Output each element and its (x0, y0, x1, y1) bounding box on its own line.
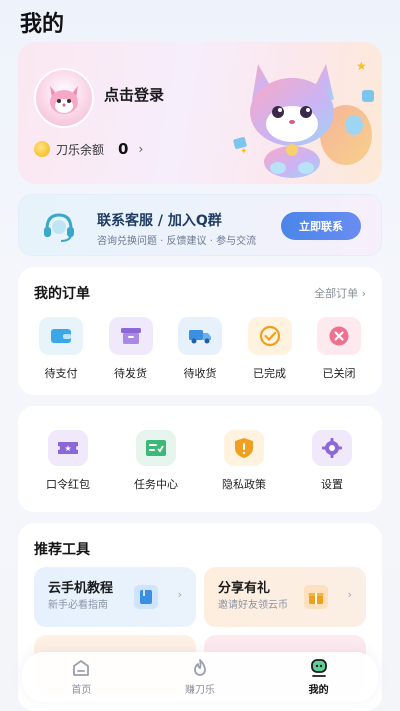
nav-label: 我的 (308, 685, 329, 696)
services-row: ★ 口令红包 任务中心 隐私政策 设置 (18, 430, 382, 492)
order-status-pending-payment[interactable]: 待支付 (28, 317, 94, 381)
gear-icon (312, 430, 352, 466)
services-card: ★ 口令红包 任务中心 隐私政策 设置 (18, 406, 382, 512)
chevron-right-icon: › (347, 588, 352, 601)
order-status-label: 已关闭 (322, 367, 356, 380)
chevron-right-icon: › (138, 142, 144, 156)
order-status-completed[interactable]: 已完成 (237, 317, 303, 381)
service-privacy-policy[interactable]: 隐私政策 (206, 430, 282, 492)
headset-icon (44, 213, 74, 242)
book-icon (134, 585, 158, 609)
home-icon (73, 660, 90, 676)
flame-icon (194, 659, 206, 676)
svg-text:✦: ✦ (240, 147, 248, 157)
fox-mascot-illustration: ★ ✦ (233, 59, 374, 178)
service-label: 设置 (321, 478, 343, 491)
tool-subtitle: 邀请好友领云币 (218, 600, 288, 611)
tool-title: 云手机教程 (48, 581, 114, 596)
service-red-packet-code[interactable]: ★ 口令红包 (30, 430, 106, 492)
login-link[interactable]: 点击登录 (104, 84, 164, 105)
tool-cloud-phone-tutorial[interactable]: 云手机教程 新手必看指南 › (34, 567, 196, 627)
order-status-label: 已完成 (253, 367, 286, 380)
tools-title: 推荐工具 (34, 542, 90, 558)
service-label: 口令红包 (46, 478, 90, 491)
order-status-closed[interactable]: 已关闭 (306, 317, 372, 381)
svg-text:★: ★ (356, 59, 367, 73)
tool-subtitle: 新手必看指南 (48, 600, 108, 611)
balance-row[interactable]: 刀乐余额 0 › (34, 140, 143, 158)
profile-card[interactable]: 点击登录 刀乐余额 0 › ★ ✦ (18, 42, 382, 184)
coin-icon (34, 141, 50, 157)
service-settings[interactable]: 设置 (294, 430, 370, 492)
wallet-icon (39, 317, 83, 355)
contact-now-button[interactable]: 立即联系 (281, 212, 361, 240)
order-status-label: 待发货 (114, 367, 147, 380)
orders-title: 我的订单 (34, 286, 90, 302)
order-status-label: 待支付 (44, 367, 78, 380)
check-circle-icon (247, 317, 292, 355)
nav-label: 首页 (71, 685, 92, 696)
tool-title: 分享有礼 (218, 581, 271, 596)
fox-avatar-icon (50, 86, 78, 114)
contact-title: 联系客服 / 加入Q群 (97, 213, 222, 229)
bottom-nav: 首页 赚刀乐 我的 (22, 652, 378, 702)
all-orders-link[interactable]: 全部订单 › (314, 285, 366, 301)
nav-earn[interactable]: 赚刀乐 (160, 658, 240, 696)
order-status-label: 待收货 (183, 367, 217, 380)
orders-card: 我的订单 全部订单 › 待支付 待发货 待收货 已完成 已关闭 (18, 267, 382, 395)
tool-share-gift[interactable]: 分享有礼 邀请好友领云币 › (204, 567, 366, 627)
service-label: 任务中心 (134, 478, 178, 491)
service-label: 隐私政策 (222, 478, 266, 491)
contact-banner[interactable]: 联系客服 / 加入Q群 咨询兑换问题 · 反馈建议 · 参与交流 立即联系 (18, 194, 382, 256)
truck-icon (178, 317, 222, 355)
balance-value: 0 (118, 140, 129, 158)
user-icon (310, 659, 327, 677)
chevron-right-icon: › (177, 588, 182, 601)
avatar[interactable] (34, 68, 94, 128)
svg-text:★: ★ (64, 444, 71, 453)
box-icon (108, 317, 153, 355)
page-title: 我的 (20, 12, 65, 37)
shield-icon (224, 430, 264, 466)
order-status-row: 待支付 待发货 待收货 已完成 已关闭 (18, 317, 382, 381)
order-status-pending-receipt[interactable]: 待收货 (167, 317, 233, 381)
close-circle-icon (317, 317, 361, 355)
service-task-center[interactable]: 任务中心 (118, 430, 194, 492)
nav-mine[interactable]: 我的 (279, 658, 359, 696)
task-list-icon (136, 430, 176, 466)
nav-label: 赚刀乐 (184, 685, 215, 696)
nav-home[interactable]: 首页 (41, 658, 121, 696)
balance-label: 刀乐余额 (56, 142, 105, 157)
ticket-icon: ★ (48, 430, 88, 466)
gift-icon (304, 585, 328, 609)
order-status-pending-shipment[interactable]: 待发货 (98, 317, 164, 381)
contact-subtitle: 咨询兑换问题 · 反馈建议 · 参与交流 (97, 236, 257, 247)
